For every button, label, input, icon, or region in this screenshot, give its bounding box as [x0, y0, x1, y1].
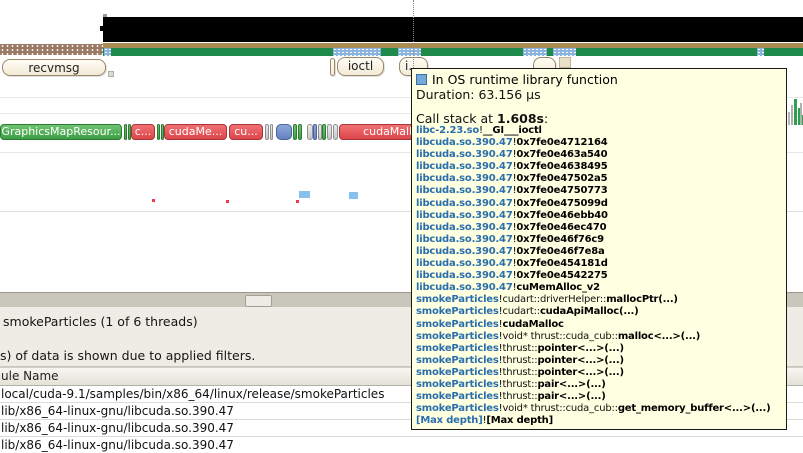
- activity-sliver[interactable]: [293, 124, 297, 140]
- activity-sliver[interactable]: [327, 124, 332, 140]
- bar-label: cu...: [234, 125, 258, 138]
- tooltip-title: In OS runtime library function: [432, 72, 618, 87]
- sync-interval-bar[interactable]: [276, 124, 292, 140]
- callstack-prefix: Call stack at: [416, 111, 497, 126]
- bar-label: c...: [134, 125, 152, 138]
- activity-sliver[interactable]: [124, 124, 127, 140]
- call-stack-line: [Max depth]![Max depth]: [416, 415, 553, 427]
- ioctl-label: ioctl: [347, 59, 374, 73]
- tiny-interval-fragment[interactable]: [108, 71, 114, 77]
- highlight-segment[interactable]: [398, 48, 421, 56]
- cuda-call-bar[interactable]: c...: [131, 124, 155, 140]
- call-stack-line: libc-2.23.so!__GI___ioctl: [416, 125, 542, 136]
- highlight-segment[interactable]: [104, 48, 111, 56]
- module-path: lib/x86_64-linux-gnu/libcuda.so.390.47: [1, 421, 234, 435]
- os-runtime-track[interactable]: [103, 48, 803, 56]
- call-stack-line: libcuda.so.390.47!0x7fe0e454181d: [416, 258, 608, 270]
- module-name-column-label: ule Name: [1, 369, 59, 383]
- module-path: local/cuda-9.1/samples/bin/x86_64/linux/…: [1, 387, 385, 401]
- timeline-overview-bar[interactable]: [103, 17, 803, 42]
- highlight-segment[interactable]: [523, 48, 547, 56]
- ioctl-interval-button[interactable]: ioctl: [337, 57, 384, 76]
- call-stack-line: smokeParticles!cudart::driverHelper::mal…: [416, 294, 678, 306]
- histogram-bar: [788, 112, 790, 125]
- call-stack-line: libcuda.so.390.47!0x7fe0e4542275: [416, 270, 608, 282]
- duration-text: Duration: 63.156 µs: [416, 87, 541, 102]
- memcpy-marker[interactable]: [349, 192, 358, 199]
- call-stack-line: smokeParticles!void* thrust::cuda_cub::g…: [416, 403, 771, 415]
- histogram-bar: [794, 99, 797, 125]
- call-stack-line: libcuda.so.390.47!0x7fe0e47502a5: [416, 173, 608, 185]
- call-stack-line: libcuda.so.390.47!0x7fe0e4712164: [416, 137, 608, 149]
- call-stack-line: smokeParticles!cudart::cudaApiMalloc(...…: [416, 306, 639, 318]
- callstack-tooltip: In OS runtime library function Duration:…: [411, 68, 787, 430]
- call-stack-line: libcuda.so.390.47!0x7fe0e46f76c9: [416, 233, 604, 245]
- tooltip-spacer: [416, 102, 786, 111]
- call-stack-line: libcuda.so.390.47!0x7fe0e475099d: [416, 197, 608, 209]
- call-stack-line: libcuda.so.390.47!0x7fe0e4750773: [416, 185, 608, 197]
- call-stack-line: libcuda.so.390.47!0x7fe0e46ebb40: [416, 209, 608, 221]
- call-stack-line: libcuda.so.390.47!0x7fe0e4638495: [416, 161, 608, 173]
- activity-sliver[interactable]: [313, 124, 317, 140]
- timeline-overview-nub: [100, 26, 104, 31]
- event-dot[interactable]: [226, 200, 229, 203]
- event-dot[interactable]: [152, 199, 155, 202]
- table-row[interactable]: lib/x86_64-linux-gnu/libcuda.so.390.47: [0, 437, 803, 453]
- call-stack-line: smokeParticles!void* thrust::cuda_cub::m…: [416, 330, 701, 342]
- call-stack-line: libcuda.so.390.47!cuMemAlloc_v2: [416, 282, 600, 294]
- filter-notice-text: s) of data is shown due to applied filte…: [0, 348, 256, 363]
- call-stack-line: libcuda.so.390.47!0x7fe0e46ec470: [416, 221, 607, 233]
- graphics-map-resources-bar[interactable]: GraphicsMapResour...: [0, 124, 122, 140]
- call-stack-line: smokeParticles!thrust::pointer<...>(...): [416, 342, 624, 354]
- bar-label: cudaMe...: [168, 125, 223, 138]
- callstack-suffix: :: [543, 111, 549, 126]
- os-runtime-color-swatch-icon: [416, 74, 427, 85]
- histogram-bar: [791, 105, 793, 125]
- activity-sliver[interactable]: [322, 124, 326, 140]
- call-stack-line: smokeParticles!thrust::pair<...>(...): [416, 378, 606, 390]
- highlight-segment[interactable]: [757, 48, 764, 56]
- recvmsg-label: recvmsg: [28, 61, 80, 75]
- activity-sliver[interactable]: [265, 124, 269, 140]
- call-stack-line: smokeParticles!thrust::pair<...>(...): [416, 391, 606, 403]
- cuda-memcpy-bar[interactable]: cudaMe...: [164, 124, 227, 140]
- call-stack-line: smokeParticles!cudaMalloc: [416, 318, 564, 330]
- event-dot[interactable]: [296, 200, 299, 203]
- activity-sliver[interactable]: [333, 124, 338, 140]
- call-stack-line: smokeParticles!thrust::pointer<...>(...): [416, 366, 624, 378]
- callstack-heading: Call stack at 1.608s:: [416, 111, 786, 126]
- tiny-interval-fragment[interactable]: [559, 57, 571, 68]
- activity-sliver[interactable]: [298, 124, 302, 140]
- module-path: lib/x86_64-linux-gnu/libcuda.so.390.47: [1, 404, 234, 418]
- activity-sliver[interactable]: [270, 124, 273, 140]
- highlight-segment[interactable]: [333, 48, 381, 56]
- activity-sliver[interactable]: [157, 124, 160, 140]
- clipped-interval-button[interactable]: [330, 58, 335, 76]
- profiler-window: recvmsg ioctl i... ... GraphicsMapResour…: [0, 0, 803, 453]
- call-stack-line: libcuda.so.390.47!0x7fe0e46f7e8a: [416, 245, 605, 257]
- cuda-call-bar[interactable]: cu...: [229, 124, 263, 140]
- selected-range-track[interactable]: [0, 44, 103, 55]
- call-stack-line: libcuda.so.390.47!0x7fe0e463a540: [416, 149, 608, 161]
- memcpy-marker[interactable]: [299, 191, 310, 198]
- highlight-segment[interactable]: [553, 48, 576, 56]
- tooltip-header: In OS runtime library function: [416, 72, 786, 87]
- recvmsg-interval-button[interactable]: recvmsg: [2, 59, 106, 76]
- call-stack-line: smokeParticles!thrust::pointer<...>(...): [416, 354, 624, 366]
- time-cursor-line: [413, 0, 414, 68]
- module-path: lib/x86_64-linux-gnu/libcuda.so.390.47: [1, 438, 234, 452]
- callstack-time: 1.608s: [497, 111, 544, 126]
- thread-info-text: smokeParticles (1 of 6 threads): [3, 314, 198, 329]
- bar-label: GraphicsMapResour...: [1, 125, 121, 138]
- scrollbar-thumb[interactable]: [245, 295, 272, 307]
